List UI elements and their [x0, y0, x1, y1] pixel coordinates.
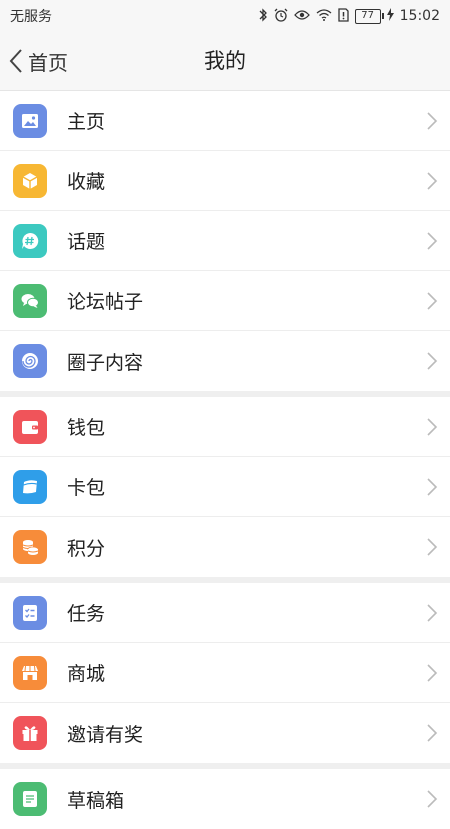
box-icon	[13, 164, 47, 198]
chevron-right-icon	[427, 664, 438, 682]
back-label: 首页	[28, 50, 68, 75]
menu-section: 钱包 卡包 积分	[0, 397, 450, 577]
chevron-right-icon	[427, 232, 438, 250]
wifi-icon	[316, 8, 332, 24]
menu-item-label: 收藏	[67, 171, 106, 193]
menu-item-drafts[interactable]: 草稿箱	[0, 769, 450, 829]
menu-item-label: 卡包	[67, 477, 106, 499]
wallet-icon	[13, 410, 47, 444]
chevron-right-icon	[427, 724, 438, 742]
menu-item-mall[interactable]: 商城	[0, 643, 450, 703]
menu-item-wallet[interactable]: 钱包	[0, 397, 450, 457]
chat-bubbles-icon	[13, 284, 47, 318]
chevron-right-icon	[427, 478, 438, 496]
chevron-left-icon	[9, 49, 22, 73]
menu-item-label: 积分	[67, 537, 106, 560]
menu-item-circle-content[interactable]: 圈子内容	[0, 331, 450, 391]
gift-icon	[13, 716, 47, 750]
charging-icon	[386, 8, 394, 24]
card-icon	[13, 470, 47, 504]
alarm-icon	[274, 8, 288, 25]
menu-item-label: 任务	[67, 603, 106, 625]
chevron-right-icon	[427, 172, 438, 190]
store-icon	[13, 656, 47, 690]
menu-item-card-holder[interactable]: 卡包	[0, 457, 450, 517]
menu-item-label: 话题	[67, 231, 106, 253]
clock-time: 15:02	[399, 8, 440, 24]
hashtag-chat-icon	[13, 224, 47, 258]
coins-icon	[13, 530, 47, 564]
chevron-right-icon	[427, 418, 438, 436]
chevron-right-icon	[427, 604, 438, 622]
menu-item-forum-posts[interactable]: 论坛帖子	[0, 271, 450, 331]
menu-item-invite-rewards[interactable]: 邀请有奖	[0, 703, 450, 763]
image-icon	[13, 104, 47, 138]
menu-item-topics[interactable]: 话题	[0, 211, 450, 271]
chevron-right-icon	[427, 112, 438, 130]
nav-header: 首页 我的	[0, 32, 450, 91]
menu-item-label: 论坛帖子	[67, 291, 144, 313]
chevron-right-icon	[427, 538, 438, 556]
chevron-right-icon	[427, 292, 438, 310]
checklist-icon	[13, 596, 47, 630]
eye-icon	[293, 9, 310, 24]
menu-item-label: 主页	[67, 111, 106, 133]
menu-section: 草稿箱	[0, 769, 450, 829]
menu-item-label: 商城	[67, 663, 106, 685]
carrier-text: 无服务	[10, 9, 52, 25]
sim-alert-icon	[337, 7, 349, 25]
battery-indicator: 77	[354, 8, 384, 24]
menu-item-tasks[interactable]: 任务	[0, 583, 450, 643]
menu-item-label: 邀请有奖	[67, 723, 144, 746]
menu-section: 主页 收藏 话题 论坛帖子 圈子内容	[0, 91, 450, 391]
status-bar: 无服务 77 15:02	[0, 0, 450, 32]
chevron-right-icon	[427, 790, 438, 808]
chevron-right-icon	[427, 352, 438, 370]
bluetooth-icon	[258, 7, 268, 25]
menu-section: 任务 商城 邀请有奖	[0, 583, 450, 763]
menu-item-label: 圈子内容	[67, 351, 144, 374]
menu-item-points[interactable]: 积分	[0, 517, 450, 577]
menu-item-favorites[interactable]: 收藏	[0, 151, 450, 211]
menu-item-homepage[interactable]: 主页	[0, 91, 450, 151]
menu-list: 主页 收藏 话题 论坛帖子 圈子内容 钱包 卡包 积分 任务 商城 邀请有奖 草…	[0, 91, 450, 829]
swirl-icon	[13, 344, 47, 378]
back-button[interactable]: 首页	[8, 32, 68, 90]
status-icons: 77 15:02	[258, 7, 440, 25]
draft-icon	[13, 782, 47, 816]
menu-item-label: 草稿箱	[67, 789, 125, 812]
menu-item-label: 钱包	[67, 417, 106, 439]
